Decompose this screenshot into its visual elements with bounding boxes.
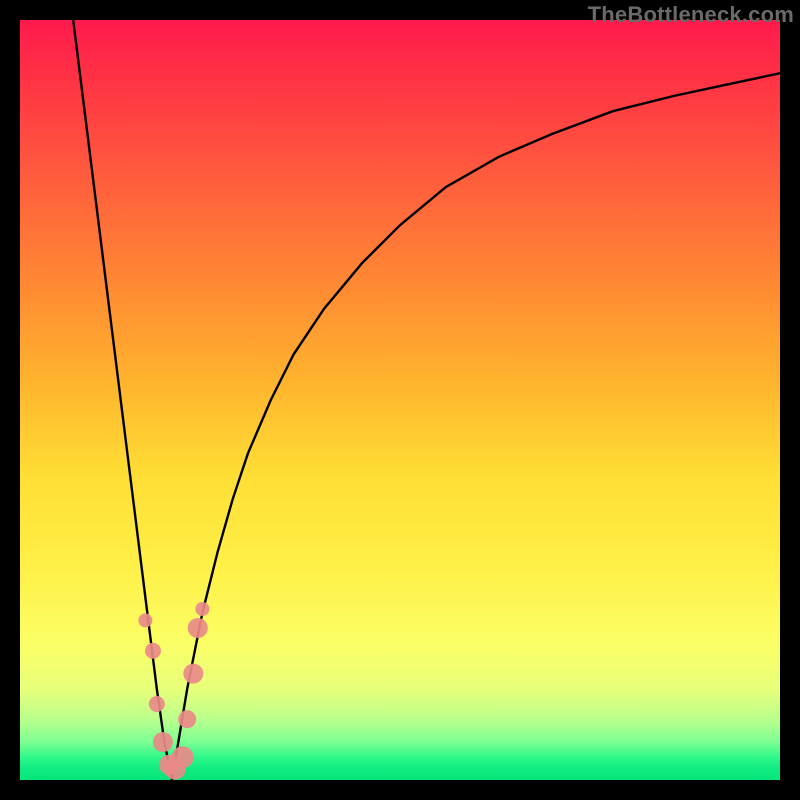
scatter-dot <box>149 696 165 712</box>
scatter-dot <box>178 710 196 728</box>
scatter-dot <box>188 618 208 638</box>
scatter-dot <box>138 613 152 627</box>
curve-left-branch <box>73 20 172 780</box>
scatter-dot <box>183 664 203 684</box>
scatter-dot <box>145 643 161 659</box>
scatter-dot <box>195 602 209 616</box>
chart-frame: TheBottleneck.com <box>0 0 800 800</box>
curve-layer <box>20 20 780 780</box>
curve-right-branch <box>172 73 780 780</box>
watermark-text: TheBottleneck.com <box>588 2 794 28</box>
scatter-dot <box>153 732 173 752</box>
scatter-dot <box>172 746 194 768</box>
plot-area <box>20 20 780 780</box>
